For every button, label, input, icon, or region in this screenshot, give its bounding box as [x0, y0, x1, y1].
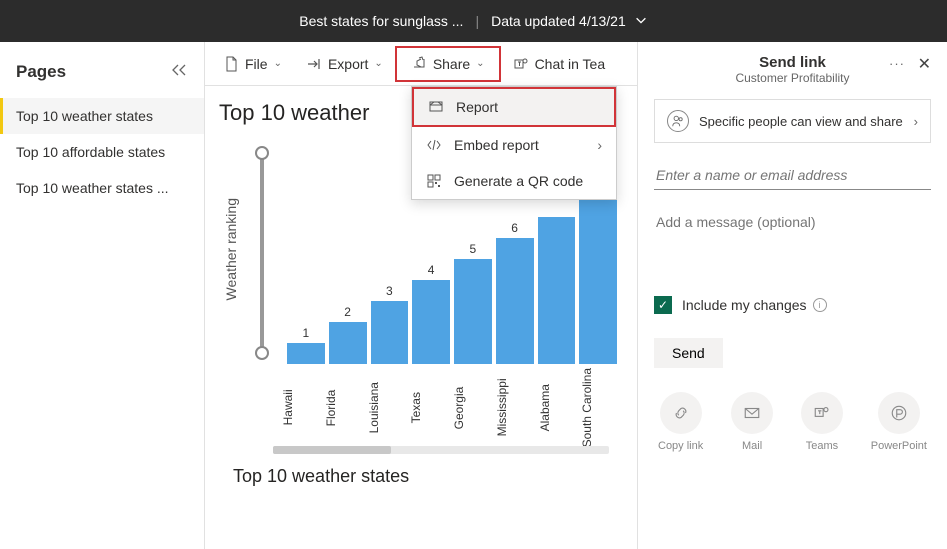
panel-subtitle: Customer Profitability: [654, 71, 931, 85]
bar-mississippi[interactable]: 6: [496, 221, 534, 364]
send-link-panel: Send link Customer Profitability ··· ✕ S…: [637, 42, 947, 549]
file-icon: [223, 56, 239, 72]
chat-teams-button[interactable]: Chat in Tea: [503, 50, 616, 78]
report-icon: [428, 99, 444, 115]
chevron-down-icon[interactable]: [634, 13, 648, 30]
horizontal-scrollbar[interactable]: [273, 446, 609, 454]
x-label: Alabama: [538, 364, 581, 451]
bar-alabama[interactable]: [538, 214, 576, 364]
export-icon: [306, 56, 322, 72]
recipient-input[interactable]: [654, 161, 931, 190]
x-label: Florida: [324, 364, 367, 451]
x-label: South Carolina: [580, 364, 623, 451]
chevron-right-icon: ›: [914, 114, 918, 129]
file-button[interactable]: File⌄: [213, 50, 292, 78]
send-button[interactable]: Send: [654, 338, 723, 368]
permission-selector[interactable]: Specific people can view and share ›: [654, 99, 931, 143]
x-label: Texas: [409, 364, 452, 451]
bar-florida[interactable]: 2: [329, 305, 367, 364]
chevron-right-icon: ›: [597, 137, 602, 153]
pages-pane: Pages Top 10 weather states Top 10 affor…: [0, 42, 205, 549]
teams-icon: [813, 404, 831, 422]
range-slider[interactable]: [247, 134, 277, 354]
y-axis-label: Weather ranking: [219, 194, 243, 304]
close-panel-button[interactable]: ✕: [918, 54, 931, 74]
copy-link-button[interactable]: Copy link: [658, 392, 703, 452]
workspace-title: Best states for sunglass ...: [299, 13, 463, 29]
powerpoint-button[interactable]: PowerPoint: [871, 392, 927, 452]
bar-south-carolina[interactable]: [579, 193, 617, 364]
x-label: Georgia: [452, 364, 495, 451]
x-label: Mississippi: [495, 364, 538, 451]
mail-icon: [743, 404, 761, 422]
second-chart-title: Top 10 weather states: [219, 462, 623, 491]
bar-hawaii[interactable]: 1: [287, 326, 325, 364]
page-item-weather-2[interactable]: Top 10 weather states ...: [0, 170, 204, 206]
embed-report-item[interactable]: Embed report ›: [412, 127, 616, 163]
info-icon[interactable]: i: [813, 298, 827, 312]
link-icon: [672, 404, 690, 422]
separator: |: [475, 13, 479, 29]
toolbar: File⌄ Export⌄ Share⌄ Chat in Tea: [205, 42, 637, 86]
pages-header: Pages: [16, 62, 66, 82]
collapse-pages-icon[interactable]: [170, 63, 188, 82]
chevron-down-icon: ⌄: [476, 58, 484, 69]
share-report-item[interactable]: Report: [412, 87, 616, 127]
bar-texas[interactable]: 4: [412, 263, 450, 364]
message-input[interactable]: [654, 208, 931, 236]
page-item-weather[interactable]: Top 10 weather states: [0, 98, 204, 134]
bar-louisiana[interactable]: 3: [371, 284, 409, 364]
chevron-down-icon: ⌄: [274, 58, 282, 69]
powerpoint-icon: [890, 404, 908, 422]
bar-georgia[interactable]: 5: [454, 242, 492, 364]
embed-icon: [426, 137, 442, 153]
share-button[interactable]: Share⌄: [401, 50, 495, 78]
include-changes-checkbox[interactable]: ✓: [654, 296, 672, 314]
top-bar: Best states for sunglass ... | Data upda…: [0, 0, 947, 42]
x-label: Hawaii: [281, 364, 324, 451]
share-dropdown-menu: Report Embed report › Generate a QR code: [411, 86, 617, 200]
share-icon: [411, 56, 427, 72]
include-changes-label: Include my changes: [682, 297, 807, 313]
more-options-button[interactable]: ···: [889, 56, 905, 71]
x-label: Louisiana: [367, 364, 410, 451]
qr-icon: [426, 173, 442, 189]
mail-button[interactable]: Mail: [731, 392, 773, 452]
chevron-down-icon: ⌄: [374, 58, 382, 69]
data-updated-label[interactable]: Data updated 4/13/21: [491, 13, 626, 29]
teams-button[interactable]: Teams: [801, 392, 843, 452]
people-icon: [667, 110, 689, 132]
page-item-affordable[interactable]: Top 10 affordable states: [0, 134, 204, 170]
teams-icon: [513, 56, 529, 72]
export-button[interactable]: Export⌄: [296, 50, 393, 78]
qr-code-item[interactable]: Generate a QR code: [412, 163, 616, 199]
